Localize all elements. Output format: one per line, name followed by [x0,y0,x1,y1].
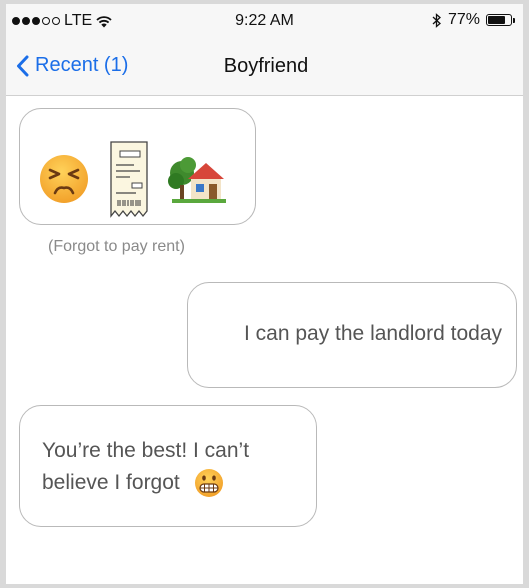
message-bubble-emoji[interactable] [19,108,256,225]
message-line-1: You’re the best! I can’t [42,439,250,462]
status-right-group: 77% [432,11,515,29]
bluetooth-icon [432,12,441,28]
message-caption: (Forgot to pay rent) [48,238,185,255]
back-button[interactable]: Recent (1) [16,54,128,77]
phone-screen: LTE 9:22 AM 77% Recent (1) Boyfriend (Fo… [6,4,523,584]
message-text-block: You’re the best! I can’t believe I forgo… [42,435,249,499]
battery-percent: 77% [447,11,480,28]
receipt-emoji [110,141,148,218]
chevron-left-icon [17,55,29,76]
persevering-face-emoji [40,155,88,203]
status-bar: LTE 9:22 AM 77% [6,4,523,36]
battery-fill [488,16,505,24]
back-label: Recent (1) [35,54,129,76]
message-text: I can pay the landlord today [243,322,502,345]
house-with-garden-emoji [168,157,226,203]
conversation-title: Boyfriend [223,55,309,77]
navigation-bar: Recent (1) Boyfriend [6,36,523,96]
message-line-2: believe I forgot [42,471,180,494]
message-bubble-incoming[interactable]: You’re the best! I can’t believe I forgo… [19,405,317,527]
emoji-row [38,139,226,219]
message-bubble-outgoing[interactable]: I can pay the landlord today [187,282,517,388]
battery-icon [486,14,515,26]
message-line-2-row: believe I forgot [42,467,249,499]
grimacing-face-emoji [194,469,223,497]
